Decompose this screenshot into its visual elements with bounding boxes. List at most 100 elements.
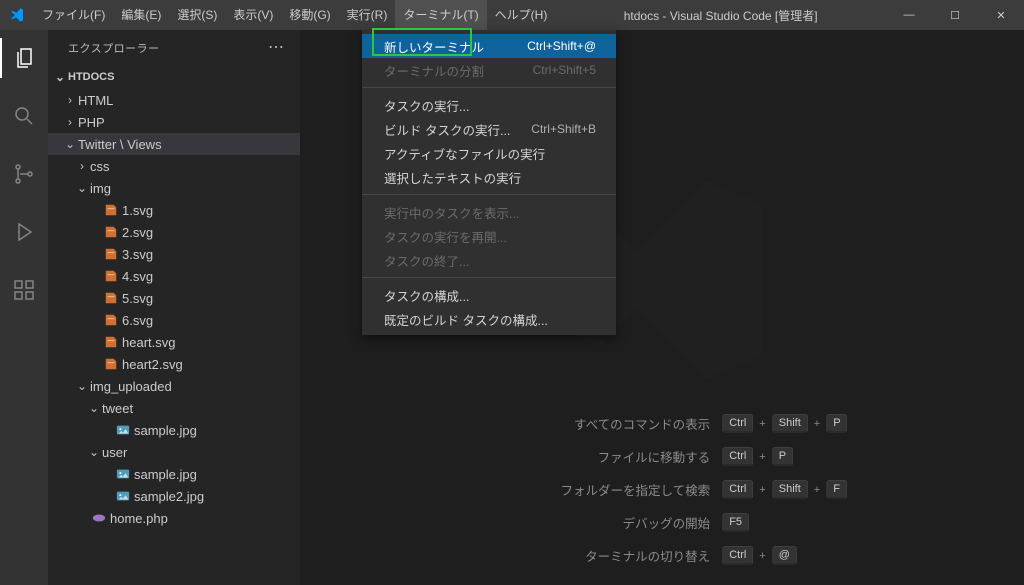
- minimize-button[interactable]: —: [886, 0, 932, 30]
- chevron-right-icon: [62, 115, 78, 129]
- tree-folder[interactable]: img_uploaded: [48, 375, 300, 397]
- more-actions-icon[interactable]: ⋯: [268, 43, 284, 53]
- source-control-icon[interactable]: [0, 154, 48, 194]
- menu-item: タスクの終了...: [362, 248, 616, 272]
- menu-separator: [362, 277, 616, 278]
- tree-file[interactable]: 6.svg: [48, 309, 300, 331]
- sidebar-title: エクスプローラー: [68, 40, 160, 56]
- activity-bar: [0, 30, 48, 585]
- menu-separator: [362, 87, 616, 88]
- tree-file[interactable]: heart.svg: [48, 331, 300, 353]
- file-icon: [102, 357, 120, 371]
- file-icon: [102, 247, 120, 261]
- menu-item: タスクの実行を再開...: [362, 224, 616, 248]
- tree-file[interactable]: 1.svg: [48, 199, 300, 221]
- welcome-shortcuts: すべてのコマンドの表示Ctrl+Shift+Pファイルに移動するCtrl+Pフォ…: [510, 414, 847, 565]
- file-icon: [114, 423, 132, 437]
- key-badge: P: [772, 447, 793, 466]
- run-debug-icon[interactable]: [0, 212, 48, 252]
- sidebar: エクスプローラー ⋯ HTDOCS HTMLPHPTwitter \ Views…: [48, 30, 300, 585]
- menu-item[interactable]: 新しいターミナルCtrl+Shift+@: [362, 34, 616, 58]
- tree-file[interactable]: sample.jpg: [48, 419, 300, 441]
- menu-item[interactable]: 表示(V): [225, 0, 281, 30]
- tree-folder[interactable]: PHP: [48, 111, 300, 133]
- key-badge: Ctrl: [722, 414, 753, 433]
- key-badge: P: [826, 414, 847, 433]
- menu-item[interactable]: ファイル(F): [34, 0, 113, 30]
- tree-folder[interactable]: img: [48, 177, 300, 199]
- tree-folder[interactable]: user: [48, 441, 300, 463]
- shortcut-row: ターミナルの切り替えCtrl+@: [510, 546, 847, 565]
- file-icon: [102, 269, 120, 283]
- chevron-down-icon: [62, 137, 78, 151]
- key-badge: Ctrl: [722, 480, 753, 499]
- vscode-logo-icon: [0, 7, 34, 23]
- close-button[interactable]: ✕: [978, 0, 1024, 30]
- tree-folder[interactable]: tweet: [48, 397, 300, 419]
- window-title: htdocs - Visual Studio Code [管理者]: [555, 7, 886, 24]
- shortcut-row: ファイルに移動するCtrl+P: [510, 447, 847, 466]
- shortcut-label: デバッグの開始: [510, 513, 710, 532]
- tree-file[interactable]: 2.svg: [48, 221, 300, 243]
- tree-file[interactable]: sample2.jpg: [48, 485, 300, 507]
- explorer-icon[interactable]: [0, 38, 48, 78]
- file-icon: [102, 203, 120, 217]
- menu-bar: ファイル(F)編集(E)選択(S)表示(V)移動(G)実行(R)ターミナル(T)…: [34, 0, 555, 30]
- menu-item[interactable]: タスクの構成...: [362, 283, 616, 307]
- menu-item[interactable]: 実行(R): [339, 0, 396, 30]
- file-icon: [102, 225, 120, 239]
- maximize-button[interactable]: ☐: [932, 0, 978, 30]
- shortcut-label: ファイルに移動する: [510, 447, 710, 466]
- menu-item: ターミナルの分割Ctrl+Shift+5: [362, 58, 616, 82]
- terminal-menu-dropdown: 新しいターミナルCtrl+Shift+@ターミナルの分割Ctrl+Shift+5…: [362, 30, 616, 335]
- tree-file[interactable]: 4.svg: [48, 265, 300, 287]
- search-icon[interactable]: [0, 96, 48, 136]
- tree-file[interactable]: home.php: [48, 507, 300, 529]
- menu-item[interactable]: 選択したテキストの実行: [362, 165, 616, 189]
- chevron-down-icon: [86, 401, 102, 415]
- key-badge: @: [772, 546, 797, 565]
- menu-item[interactable]: 編集(E): [113, 0, 169, 30]
- tree-file[interactable]: sample.jpg: [48, 463, 300, 485]
- file-icon: [102, 335, 120, 349]
- menu-item[interactable]: 既定のビルド タスクの構成...: [362, 307, 616, 331]
- shortcut-label: Ctrl+Shift+5: [533, 63, 596, 77]
- key-badge: F5: [722, 513, 749, 532]
- menu-item[interactable]: ターミナル(T): [395, 0, 486, 30]
- title-bar: ファイル(F)編集(E)選択(S)表示(V)移動(G)実行(R)ターミナル(T)…: [0, 0, 1024, 30]
- file-icon: [102, 291, 120, 305]
- chevron-down-icon: [74, 181, 90, 195]
- key-badge: Shift: [772, 414, 808, 433]
- tree-folder[interactable]: HTML: [48, 89, 300, 111]
- file-icon: [114, 489, 132, 503]
- sidebar-header: エクスプローラー ⋯: [48, 30, 300, 65]
- tree-root[interactable]: HTDOCS: [48, 65, 300, 89]
- chevron-right-icon: [62, 93, 78, 107]
- menu-item[interactable]: 選択(S): [169, 0, 225, 30]
- shortcut-row: デバッグの開始 F5: [510, 513, 847, 532]
- tree-file[interactable]: 5.svg: [48, 287, 300, 309]
- shortcut-label: すべてのコマンドの表示: [510, 414, 710, 433]
- key-badge: Shift: [772, 480, 808, 499]
- file-icon: [90, 511, 108, 525]
- tree-file[interactable]: 3.svg: [48, 243, 300, 265]
- tree-folder[interactable]: Twitter \ Views: [48, 133, 300, 155]
- extensions-icon[interactable]: [0, 270, 48, 310]
- menu-item[interactable]: ビルド タスクの実行...Ctrl+Shift+B: [362, 117, 616, 141]
- menu-item[interactable]: 移動(G): [281, 0, 338, 30]
- menu-item[interactable]: アクティブなファイルの実行: [362, 141, 616, 165]
- chevron-down-icon: [74, 379, 90, 393]
- menu-separator: [362, 194, 616, 195]
- window-controls: — ☐ ✕: [886, 0, 1024, 30]
- key-badge: Ctrl: [722, 447, 753, 466]
- tree-file[interactable]: heart2.svg: [48, 353, 300, 375]
- shortcut-label: ターミナルの切り替え: [510, 546, 710, 565]
- tree-folder[interactable]: css: [48, 155, 300, 177]
- shortcut-row: すべてのコマンドの表示Ctrl+Shift+P: [510, 414, 847, 433]
- chevron-down-icon: [52, 70, 68, 84]
- menu-item[interactable]: ヘルプ(H): [487, 0, 556, 30]
- shortcut-label: Ctrl+Shift+@: [527, 39, 596, 53]
- chevron-down-icon: [86, 445, 102, 459]
- menu-item[interactable]: タスクの実行...: [362, 93, 616, 117]
- menu-item: 実行中のタスクを表示...: [362, 200, 616, 224]
